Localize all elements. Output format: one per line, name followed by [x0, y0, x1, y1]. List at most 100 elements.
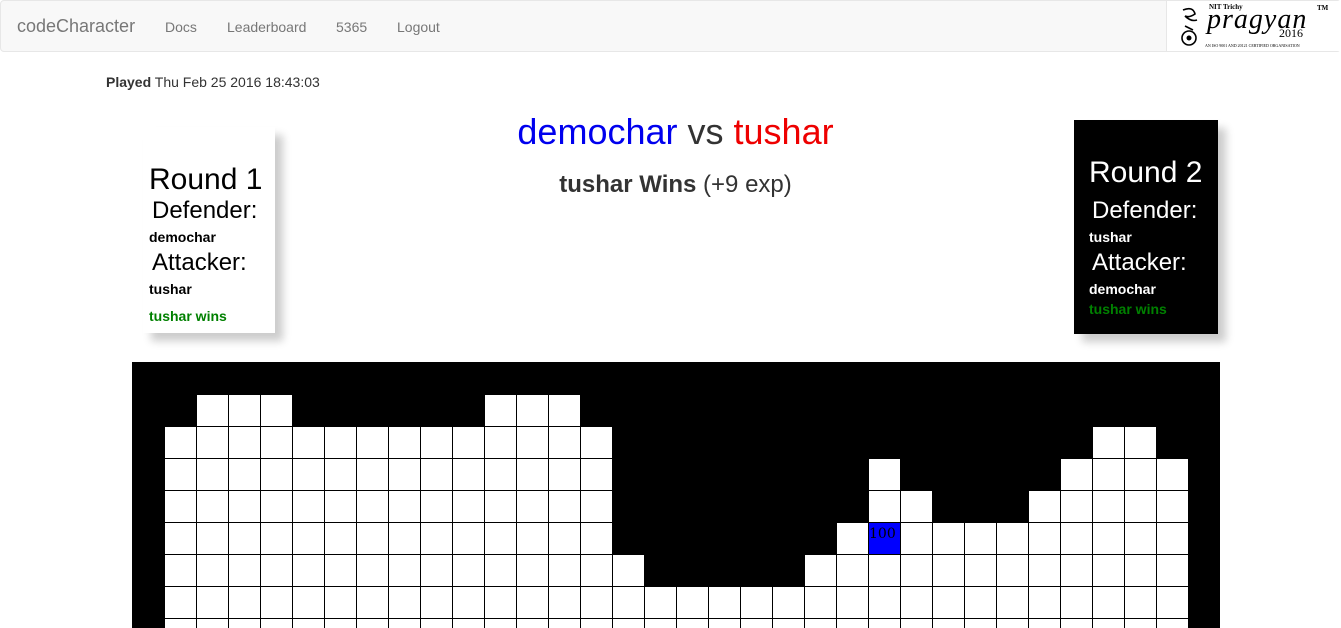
board-cell — [196, 618, 229, 628]
board-cell — [932, 618, 965, 628]
played-time: Thu Feb 25 2016 18:43:03 — [154, 74, 320, 90]
board-cell — [868, 458, 901, 491]
board-cell — [580, 522, 613, 555]
board-cell — [996, 554, 1029, 587]
board-cell — [1028, 490, 1061, 523]
board-cell — [420, 618, 453, 628]
board-cell — [228, 618, 261, 628]
round-2-card[interactable]: Round 2 Defender: tushar Attacker: democ… — [1074, 120, 1218, 334]
board-cell — [548, 394, 581, 427]
board-cell — [612, 618, 645, 628]
board-cell — [292, 426, 325, 459]
board-cell — [1060, 490, 1093, 523]
board-cell — [228, 426, 261, 459]
board-cell — [900, 618, 933, 628]
board-cell — [516, 490, 549, 523]
brand-link[interactable]: codeCharacter — [17, 16, 135, 36]
board-cell — [292, 522, 325, 555]
board-cell — [964, 522, 997, 555]
board-cell — [548, 618, 581, 628]
board-cell — [324, 490, 357, 523]
board-cell — [356, 554, 389, 587]
board-cell — [292, 554, 325, 587]
played-info: Played Thu Feb 25 2016 18:43:03 — [106, 74, 320, 90]
board-cell — [196, 458, 229, 491]
board-cell — [164, 522, 197, 555]
pragyan-emblem-icon — [1181, 7, 1198, 46]
board-cell — [388, 458, 421, 491]
board-cell — [356, 618, 389, 628]
board-cell — [900, 554, 933, 587]
board-cell — [452, 522, 485, 555]
player1-name: demochar — [517, 111, 678, 152]
board-cell — [292, 490, 325, 523]
round-result: tushar wins — [1089, 301, 1167, 317]
board-cell — [452, 458, 485, 491]
board-cell — [548, 426, 581, 459]
board-cell — [196, 554, 229, 587]
nav-docs[interactable]: Docs — [165, 18, 197, 36]
board-cell — [484, 554, 517, 587]
board-cell — [996, 522, 1029, 555]
board-cell — [1092, 458, 1125, 491]
player2-name: tushar — [733, 111, 834, 152]
board-cell — [1156, 522, 1189, 555]
board-cell — [1028, 586, 1061, 619]
board-cell — [484, 618, 517, 628]
nav-logout[interactable]: Logout — [397, 18, 440, 36]
board-cell — [804, 586, 837, 619]
board-cell — [420, 490, 453, 523]
round-result: tushar wins — [149, 308, 227, 324]
board-cell — [580, 490, 613, 523]
attacker-name: demochar — [1089, 281, 1156, 297]
board-cell — [164, 426, 197, 459]
vs-text: vs — [687, 111, 724, 152]
board-cell — [1156, 586, 1189, 619]
board-cell — [196, 522, 229, 555]
board-cell — [388, 426, 421, 459]
board-cell — [484, 522, 517, 555]
nav-user-id[interactable]: 5365 — [336, 18, 367, 36]
board-cell — [548, 522, 581, 555]
board-cell — [260, 618, 293, 628]
board-cell — [324, 458, 357, 491]
board-cell — [484, 586, 517, 619]
round-1-card[interactable]: Round 1 Defender: demochar Attacker: tus… — [143, 127, 275, 333]
played-label: Played — [106, 74, 152, 90]
nav-leaderboard[interactable]: Leaderboard — [227, 18, 306, 36]
board-cell — [772, 586, 805, 619]
board-cell — [1028, 554, 1061, 587]
board-cell — [196, 426, 229, 459]
attacker-label: Attacker: — [1092, 249, 1187, 276]
board-cell — [836, 586, 869, 619]
game-board[interactable]: 100 — [132, 362, 1220, 628]
board-cell — [612, 554, 645, 587]
board-cell — [292, 586, 325, 619]
board-cell — [260, 522, 293, 555]
board-cell — [164, 554, 197, 587]
board-cell — [964, 586, 997, 619]
board-cell — [1124, 586, 1157, 619]
board-cell — [356, 426, 389, 459]
board-cell — [612, 586, 645, 619]
board-cell — [580, 618, 613, 628]
board-cell — [676, 586, 709, 619]
board-cell — [836, 554, 869, 587]
logo-year: 2016 — [1279, 26, 1303, 40]
board-cell — [420, 554, 453, 587]
board-cell — [772, 618, 805, 628]
board-cell — [484, 426, 517, 459]
board-cell — [1060, 522, 1093, 555]
defender-name: tushar — [1089, 229, 1132, 245]
board-cell — [868, 490, 901, 523]
board-cell — [356, 490, 389, 523]
board-cell — [1028, 522, 1061, 555]
board-cell — [228, 394, 261, 427]
board-cell — [260, 426, 293, 459]
board-cell — [932, 586, 965, 619]
board-cell — [324, 554, 357, 587]
board-cell — [388, 554, 421, 587]
board-cell — [420, 586, 453, 619]
board-cell — [260, 458, 293, 491]
board-canvas: 100 — [164, 394, 1189, 628]
